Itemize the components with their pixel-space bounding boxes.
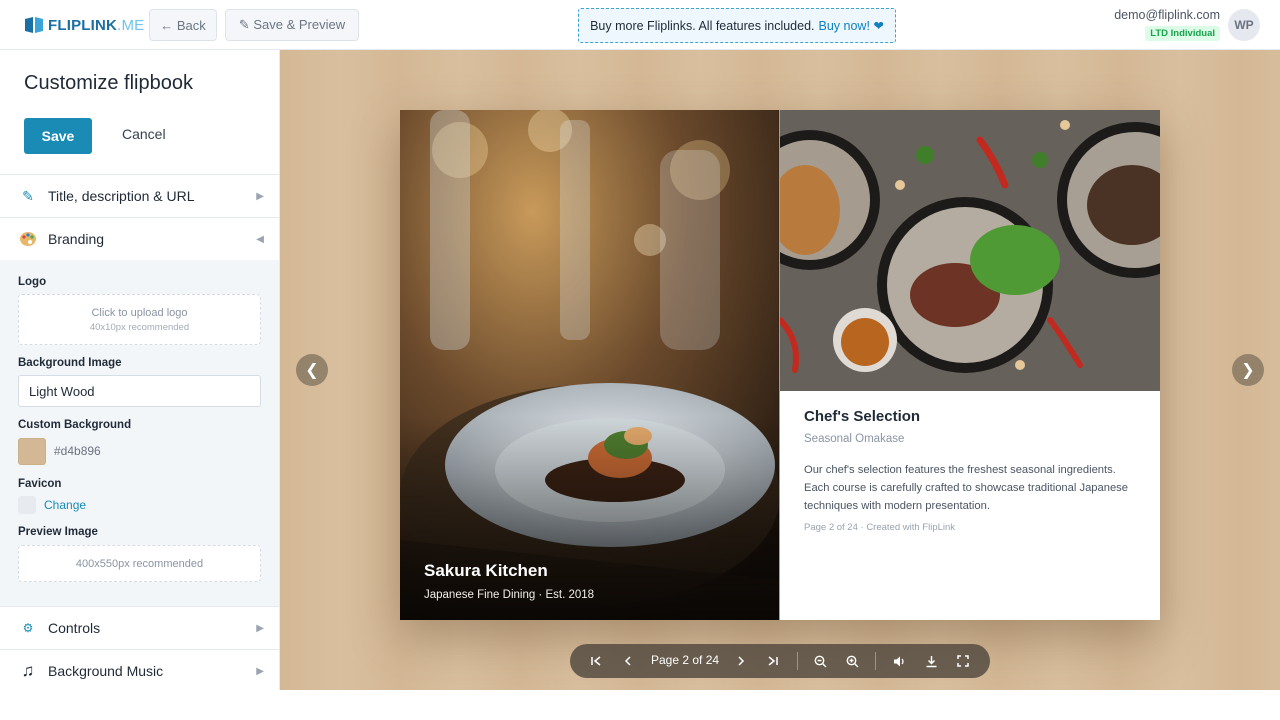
- background-color-swatch[interactable]: [18, 438, 46, 465]
- plan-badge: LTD Individual: [1145, 26, 1220, 41]
- section-label: Background Music: [48, 663, 164, 679]
- custom-background-label: Custom Background: [18, 419, 132, 431]
- section-label: Branding: [48, 231, 105, 247]
- section-branding[interactable]: Branding ◀: [0, 218, 279, 260]
- first-page-icon[interactable]: [586, 651, 606, 671]
- zoom-out-icon[interactable]: [810, 651, 830, 671]
- food-bowls-photo: [780, 110, 1160, 391]
- flipbook-canvas: Sakura Kitchen Japanese Fine Dining · Es…: [280, 50, 1280, 690]
- zoom-in-icon[interactable]: [842, 651, 862, 671]
- last-page-icon[interactable]: [763, 651, 783, 671]
- previous-page-button[interactable]: ❮: [296, 354, 328, 386]
- caret-right-icon: ▶: [256, 665, 264, 677]
- logo-text: FLIPLINK.ME: [48, 16, 145, 34]
- palette-icon: [18, 229, 38, 249]
- logo-label: Logo: [18, 276, 47, 288]
- logo-upload-area[interactable]: Click to upload logo 40x10px recommended: [18, 294, 261, 345]
- section-label: Title, description & URL: [48, 188, 195, 204]
- fullscreen-icon[interactable]: [953, 651, 973, 671]
- user-email: demo@fliplink.com: [1114, 8, 1220, 22]
- section-title-description[interactable]: ✎ Title, description & URL ▶: [0, 175, 279, 217]
- right-page-title: Chef's Selection: [804, 408, 921, 425]
- promo-text: Buy more Fliplinks. All features include…: [590, 18, 815, 33]
- preview-image-label: Preview Image: [18, 526, 98, 538]
- save-preview-button[interactable]: ✎ Save & Preview: [225, 9, 359, 41]
- section-controls[interactable]: ⚙ Controls ▶: [0, 607, 279, 649]
- caret-right-icon: ▶: [256, 622, 264, 634]
- next-page-button[interactable]: ❯: [1232, 354, 1264, 386]
- toolbar-divider: [875, 652, 876, 670]
- book-spine: [778, 110, 780, 620]
- fliplink-logo[interactable]: FLIPLINK.ME: [24, 15, 144, 35]
- background-image-label: Background Image: [18, 357, 122, 369]
- favicon-label: Favicon: [18, 478, 62, 490]
- favicon-preview: [18, 496, 36, 514]
- caret-down-icon: ◀: [256, 233, 264, 245]
- flipbook[interactable]: Sakura Kitchen Japanese Fine Dining · Es…: [400, 110, 1160, 620]
- restaurant-photo: [400, 110, 779, 620]
- upload-hint: 40x10px recommended: [89, 321, 190, 333]
- sidebar-title: Customize flipbook: [24, 72, 193, 94]
- section-background-music[interactable]: ♫ Background Music ▶: [0, 650, 279, 690]
- pencil-icon: ✎: [22, 187, 34, 204]
- caret-right-icon: ▶: [256, 190, 264, 202]
- sound-icon[interactable]: [889, 651, 909, 671]
- viewer-toolbar: Page 2 of 24: [570, 644, 990, 678]
- background-color-hex: #d4b896: [54, 444, 101, 458]
- save-button[interactable]: Save: [24, 118, 92, 154]
- left-page-subtitle: Japanese Fine Dining · Est. 2018: [424, 589, 595, 601]
- user-avatar[interactable]: WP: [1228, 9, 1260, 41]
- back-button[interactable]: ← Back: [149, 9, 217, 41]
- branding-panel: Logo Click to upload logo 40x10px recomm…: [0, 260, 279, 606]
- left-page-title: Sakura Kitchen: [424, 561, 548, 580]
- upload-text: Click to upload logo: [91, 306, 188, 319]
- page-right[interactable]: Chef's Selection Seasonal Omakase Our ch…: [780, 110, 1160, 620]
- right-page-subtitle: Seasonal Omakase: [804, 433, 905, 445]
- right-page-footer: Page 2 of 24 · Created with FlipLink: [804, 522, 956, 533]
- upload-hint: 400x550px recommended: [75, 557, 204, 570]
- top-bar: FLIPLINK.ME ← Back ✎ Save & Preview Buy …: [0, 0, 1280, 50]
- toolbar-divider: [797, 652, 798, 670]
- book-logo-icon: [25, 17, 43, 33]
- section-label: Controls: [48, 620, 101, 636]
- page-left[interactable]: Sakura Kitchen Japanese Fine Dining · Es…: [400, 110, 779, 620]
- right-page-body: Our chef's selection features the freshe…: [804, 464, 1128, 512]
- background-image-select[interactable]: Light Wood: [18, 375, 261, 407]
- preview-image-upload-area[interactable]: 400x550px recommended: [18, 545, 261, 582]
- gear-icon: ⚙: [22, 621, 34, 635]
- download-icon[interactable]: [921, 651, 941, 671]
- page-indicator: Page 2 of 24: [651, 653, 720, 667]
- buy-now-link[interactable]: Buy now! ❤: [819, 18, 884, 33]
- next-page-icon[interactable]: [731, 651, 751, 671]
- music-note-icon: ♫: [21, 661, 35, 680]
- favicon-change-link[interactable]: Change: [44, 498, 86, 512]
- prev-page-icon[interactable]: [618, 651, 638, 671]
- customize-sidebar: Customize flipbook Save Cancel ✎ Title, …: [0, 50, 280, 690]
- promo-banner: Buy more Fliplinks. All features include…: [578, 8, 896, 43]
- cancel-button[interactable]: Cancel: [122, 126, 166, 142]
